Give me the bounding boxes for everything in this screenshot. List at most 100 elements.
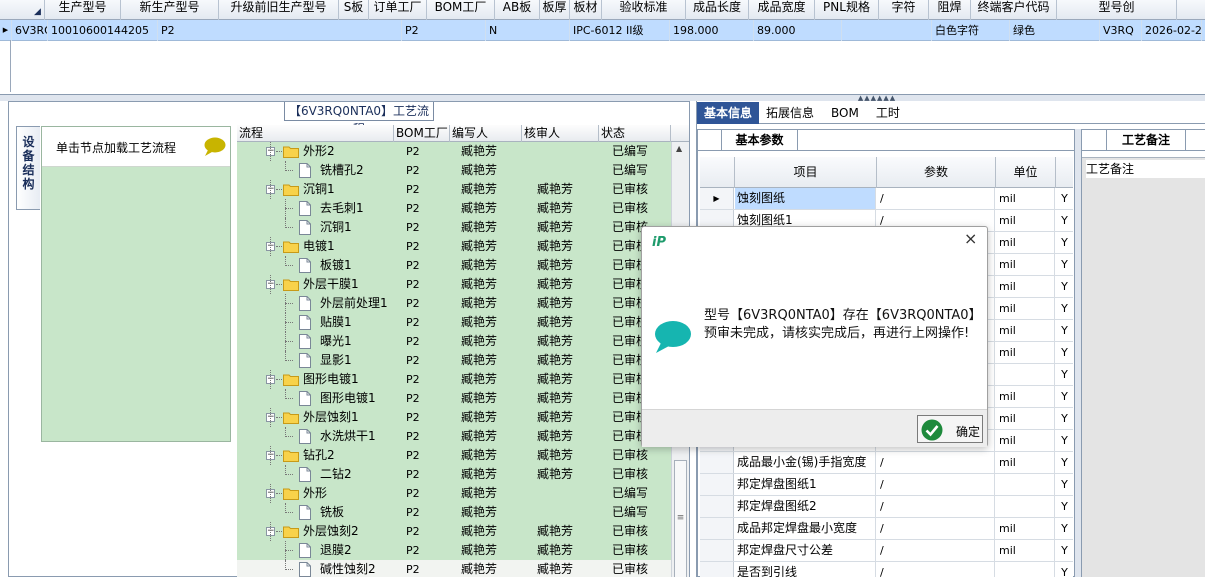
process-flow-tab[interactable]: 【6V3RQ0NTA0】工艺流程: [284, 102, 434, 136]
top-col-header[interactable]: S板: [339, 0, 369, 20]
tree-col-header[interactable]: 状态: [599, 125, 671, 142]
top-row-cell[interactable]: [842, 20, 932, 41]
param-value[interactable]: /: [877, 496, 995, 517]
tree-col-header[interactable]: 编写人: [450, 125, 522, 142]
top-col-header[interactable]: 验收标准: [602, 0, 686, 20]
params-row[interactable]: 邦定焊盘图纸2/ Y: [700, 496, 1073, 518]
top-row-cell[interactable]: 89.000: [754, 20, 842, 41]
tree-row[interactable]: − 外层蚀刻2 P2 臧艳芳 臧艳芳 已审核: [237, 522, 671, 541]
params-row[interactable]: ▶ 蚀刻图纸 / mil Y: [700, 188, 1073, 210]
tree-row[interactable]: 去毛刺1 P2 臧艳芳 臧艳芳 已审核: [237, 199, 671, 218]
tab-bom[interactable]: BOM: [821, 102, 869, 124]
top-row-cell[interactable]: 10010600144205: [48, 20, 158, 41]
tree-connector: [285, 256, 286, 266]
scroll-thumb[interactable]: ≡: [674, 460, 687, 577]
param-value[interactable]: /: [877, 452, 995, 473]
top-col-header[interactable]: 字符: [879, 0, 929, 20]
param-unit: [996, 474, 1055, 495]
param-value[interactable]: /: [877, 188, 995, 209]
ok-button[interactable]: 确定: [917, 415, 983, 443]
top-col-header[interactable]: BOM工厂: [427, 0, 495, 20]
top-col-header[interactable]: 板厚: [540, 0, 570, 20]
top-col-header[interactable]: 板材: [570, 0, 602, 20]
tree-row[interactable]: − 外形 P2 臧艳芳 已编写: [237, 484, 671, 503]
tree-col-header[interactable]: 核审人: [522, 125, 599, 142]
params-col-header[interactable]: 单位: [996, 157, 1056, 188]
top-row-cell[interactable]: V3RQ: [1100, 20, 1142, 41]
detail-tabs: 基本信息 拓展信息 BOM 工时: [697, 102, 1205, 124]
top-row-cell[interactable]: P2: [402, 20, 486, 41]
tree-row[interactable]: 外层前处理1 P2 臧艳芳 臧艳芳 已审核: [237, 294, 671, 313]
tab-extended-info[interactable]: 拓展信息: [759, 102, 821, 124]
tree-row[interactable]: 水洗烘干1 P2 臧艳芳 臧艳芳 已审核: [237, 427, 671, 446]
tree-row[interactable]: − 钻孔2 P2 臧艳芳 臧艳芳 已审核: [237, 446, 671, 465]
params-row[interactable]: 成品邦定焊盘最小宽度 / mil Y: [700, 518, 1073, 540]
top-row-cell[interactable]: 2026-02-23 10:2: [1142, 20, 1202, 41]
params-row[interactable]: 是否到引线 / Y: [700, 562, 1073, 577]
splitter-grip-icon[interactable]: ▲▲▲▲▲▲: [852, 95, 902, 102]
tree-row[interactable]: − 沉铜1 P2 臧艳芳 臧艳芳 已审核: [237, 180, 671, 199]
load-flow-button[interactable]: 单击节点加载工艺流程: [42, 127, 230, 167]
top-col-header[interactable]: PNL规格: [815, 0, 879, 20]
top-row-cell[interactable]: 白色字符: [932, 20, 1010, 41]
top-col-header[interactable]: 订单工厂: [369, 0, 427, 20]
top-row-cell[interactable]: N: [486, 20, 570, 41]
param-value[interactable]: /: [877, 474, 995, 495]
params-col-header[interactable]: 项目: [735, 157, 877, 188]
top-col-header[interactable]: 成品宽度: [749, 0, 815, 20]
param-value[interactable]: /: [877, 562, 995, 577]
top-col-header[interactable]: ◢: [0, 0, 45, 20]
grid-row-selected[interactable]: ▶6V3RQ0NTA010010600144205P2P2NIPC-6012 I…: [0, 20, 1205, 41]
tab-process-notes[interactable]: 工艺备注: [1106, 130, 1186, 150]
top-row-cell[interactable]: P2: [158, 20, 402, 41]
process-notes-area[interactable]: 工艺备注: [1082, 157, 1205, 577]
tree-row[interactable]: − 电镀1 P2 臧艳芳 臧艳芳 已审核: [237, 237, 671, 256]
tab-work-hours[interactable]: 工时: [869, 102, 907, 124]
row-indicator: [700, 474, 734, 495]
tree-row[interactable]: 贴膜1 P2 臧艳芳 臧艳芳 已审核: [237, 313, 671, 332]
tree-row[interactable]: 铣槽孔2 P2 臧艳芳 已编写: [237, 161, 671, 180]
tree-col-header[interactable]: BOM工厂: [394, 125, 450, 142]
tree-row[interactable]: 碱性蚀刻2 P2 臧艳芳 臧艳芳 已审核: [237, 560, 671, 577]
tab-basic-info[interactable]: 基本信息: [697, 102, 760, 124]
tree-connector: [285, 398, 293, 399]
top-row-cell[interactable]: 198.000: [670, 20, 754, 41]
tab-divider: [1082, 150, 1205, 151]
params-col-header[interactable]: 参数: [877, 157, 996, 188]
top-col-header[interactable]: 终端客户代码: [971, 0, 1057, 20]
close-icon[interactable]: ×: [964, 231, 977, 247]
top-col-header[interactable]: 新生产型号: [121, 0, 219, 20]
tree-row[interactable]: − 外层蚀刻1 P2 臧艳芳 臧艳芳 已审核: [237, 408, 671, 427]
top-col-header[interactable]: 成品长度: [686, 0, 749, 20]
tree-row[interactable]: − 图形电镀1 P2 臧艳芳 臧艳芳 已审核: [237, 370, 671, 389]
top-row-cell[interactable]: IPC-6012 II级: [570, 20, 670, 41]
top-col-header[interactable]: 阻焊: [929, 0, 971, 20]
tree-row[interactable]: 退膜2 P2 臧艳芳 臧艳芳 已审核: [237, 541, 671, 560]
top-row-cell[interactable]: 绿色: [1010, 20, 1100, 41]
tree-cell-factory: P2: [406, 354, 420, 367]
param-unit: mil: [996, 320, 1055, 341]
tree-row[interactable]: 铣板 P2 臧艳芳 已编写: [237, 503, 671, 522]
tree-row[interactable]: 二钻2 P2 臧艳芳 臧艳芳 已审核: [237, 465, 671, 484]
tree-row[interactable]: 图形电镀1 P2 臧艳芳 臧艳芳 已审核: [237, 389, 671, 408]
tab-basic-params[interactable]: 基本参数: [721, 130, 798, 150]
tree-col-header[interactable]: 流程: [237, 125, 394, 142]
params-row[interactable]: 成品最小金(锡)手指宽度 / mil Y: [700, 452, 1073, 474]
top-col-header[interactable]: 生产型号: [45, 0, 121, 20]
tree-row[interactable]: − 外形2 P2 臧艳芳 已编写: [237, 142, 671, 161]
tree-row[interactable]: 沉铜1 P2 臧艳芳 臧艳芳 已审核: [237, 218, 671, 237]
params-row[interactable]: 邦定焊盘图纸1/ Y: [700, 474, 1073, 496]
top-row-cell[interactable]: 6V3RQ0NTA0: [12, 20, 48, 41]
top-col-header[interactable]: 升级前旧生产型号: [219, 0, 339, 20]
equipment-structure-vertical-tab[interactable]: 设备结构: [16, 126, 40, 210]
tree-row[interactable]: 板镀1 P2 臧艳芳 臧艳芳 已审核: [237, 256, 671, 275]
params-row[interactable]: 邦定焊盘尺寸公差 / mil Y: [700, 540, 1073, 562]
scroll-up-icon[interactable]: ▲: [676, 144, 682, 153]
tree-row[interactable]: − 外层干膜1 P2 臧艳芳 臧艳芳 已审核: [237, 275, 671, 294]
tree-row[interactable]: 曝光1 P2 臧艳芳 臧艳芳 已审核: [237, 332, 671, 351]
param-value[interactable]: /: [877, 518, 995, 539]
top-col-header[interactable]: 型号创: [1057, 0, 1177, 20]
param-value[interactable]: /: [877, 540, 995, 561]
top-col-header[interactable]: AB板: [495, 0, 540, 20]
tree-row[interactable]: 显影1 P2 臧艳芳 臧艳芳 已审核: [237, 351, 671, 370]
